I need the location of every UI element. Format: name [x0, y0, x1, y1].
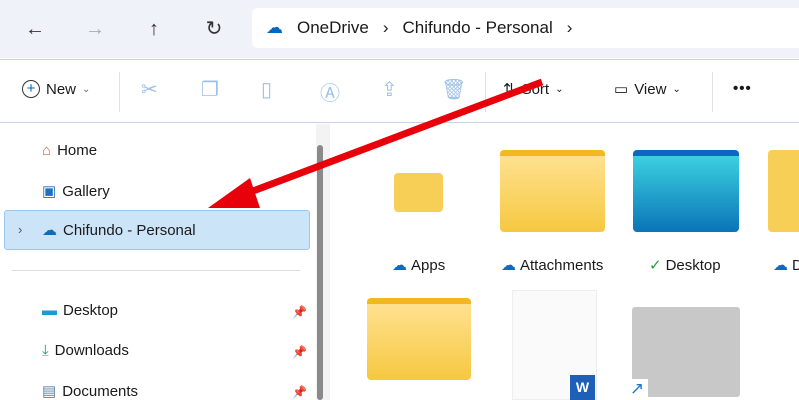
- arrow-shaft: [243, 78, 544, 198]
- arrow-head: [208, 178, 260, 208]
- annotation-arrow: [208, 78, 544, 208]
